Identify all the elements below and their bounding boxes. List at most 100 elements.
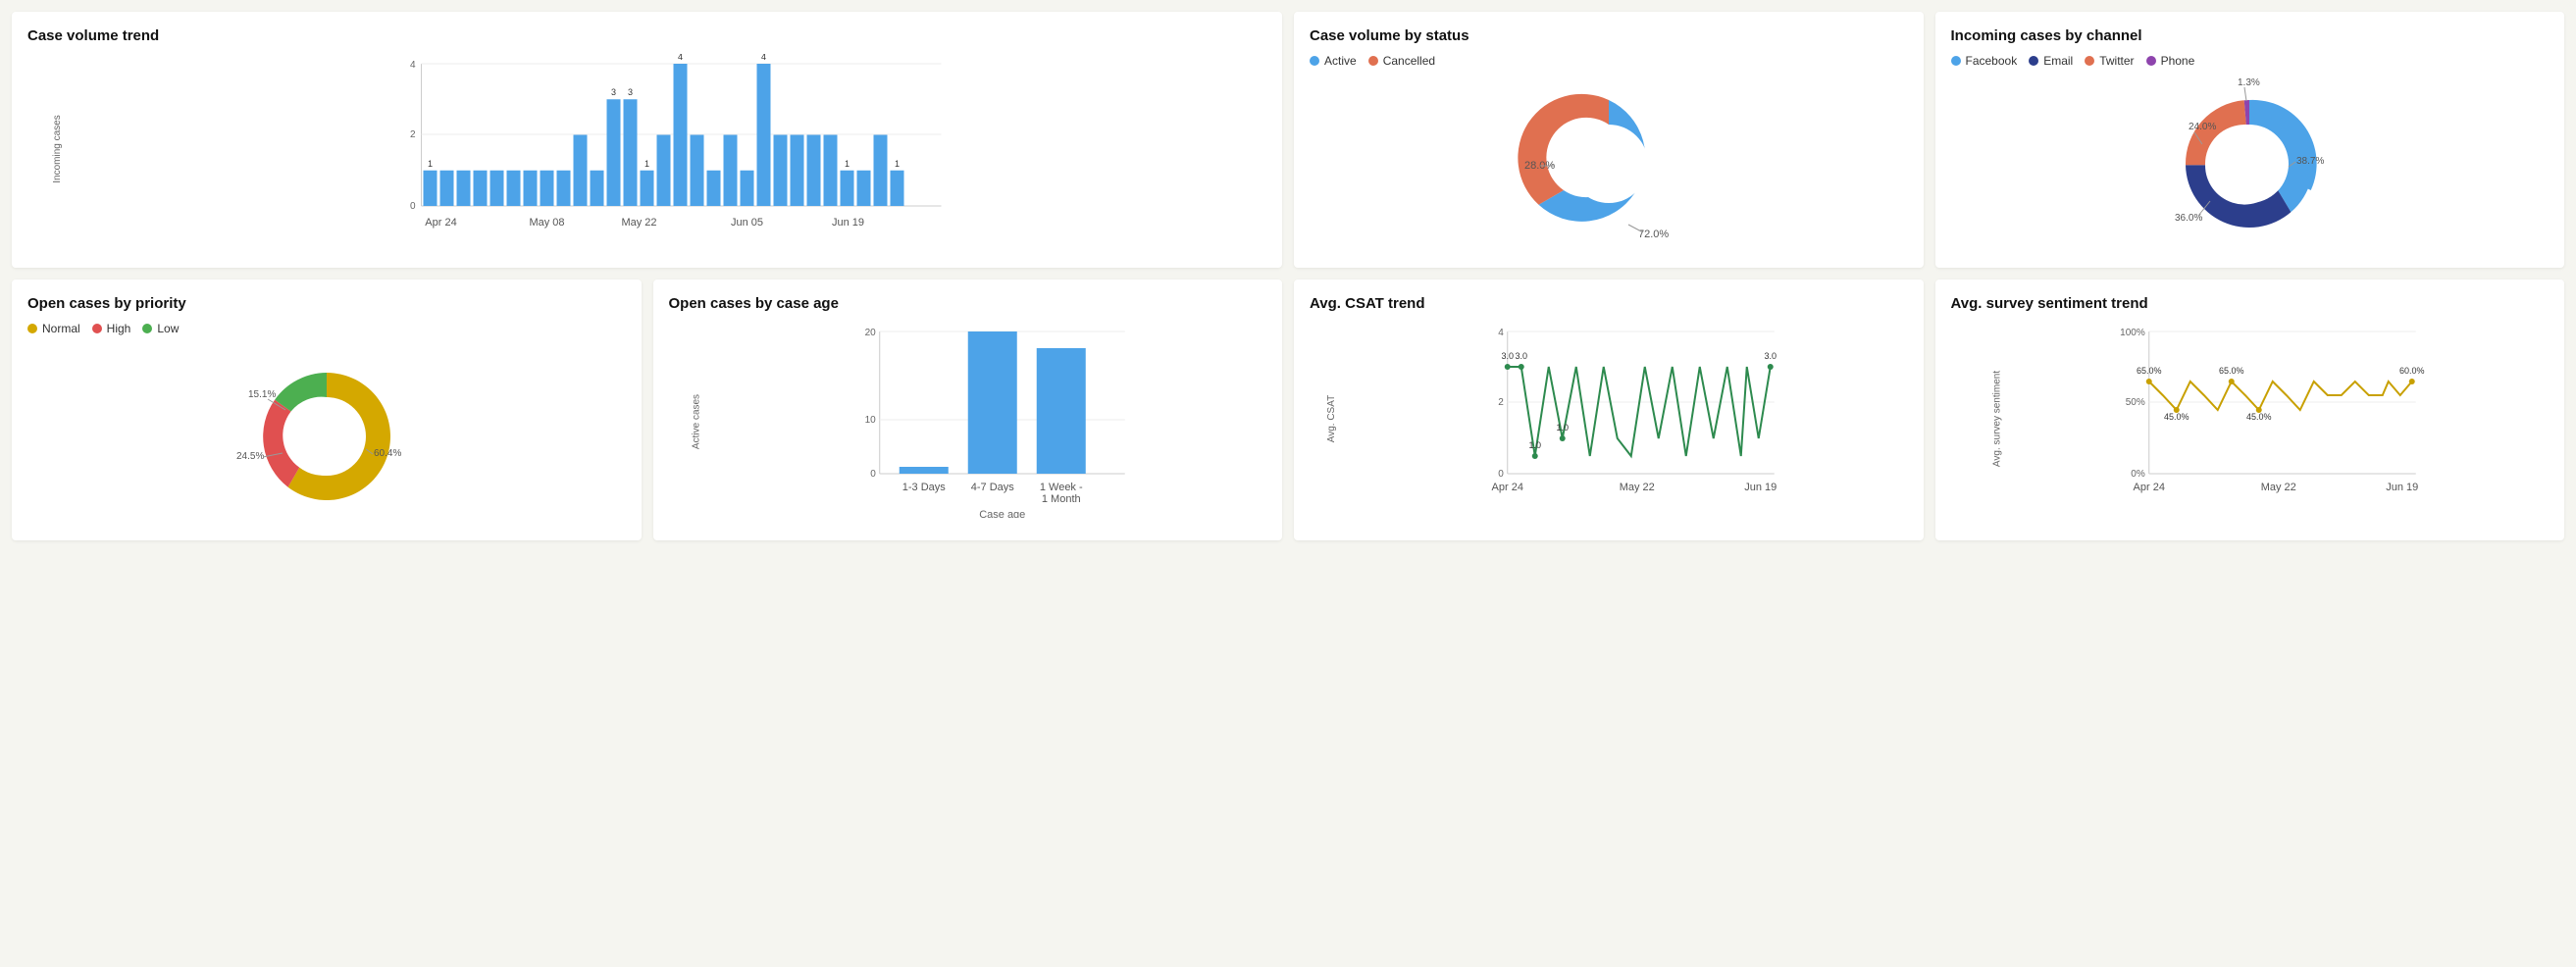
svg-text:Apr 24: Apr 24 (1492, 482, 1523, 493)
email-label: Email (2043, 54, 2073, 68)
svg-text:60.4%: 60.4% (374, 448, 401, 459)
facebook-label: Facebook (1966, 54, 2018, 68)
avg-csat-title: Avg. CSAT trend (1310, 295, 1908, 312)
legend-facebook: Facebook (1951, 54, 2018, 68)
phone-dot (2146, 56, 2156, 66)
case-age-chart: Active cases 0 10 20 1-3 (669, 322, 1267, 521)
case-volume-by-status-card: Case volume by status Active Cancelled (1294, 12, 1924, 268)
svg-text:4: 4 (678, 54, 683, 62)
svg-text:3.0: 3.0 (1515, 351, 1527, 361)
priority-legend: Normal High Low (27, 322, 626, 335)
svg-text:2: 2 (1498, 397, 1504, 408)
incoming-by-channel-card: Incoming cases by channel Facebook Email… (1935, 12, 2565, 268)
case-age-svg: 0 10 20 1-3 Days 4-7 Days 1 Week - 1 Mon… (708, 322, 1267, 518)
sentiment-svg: 0% 50% 100% 65.0% 45.0% 65.0% 45.0% 60.0… (1988, 322, 2550, 513)
case-volume-trend-card: Case volume trend Incoming cases 0 2 4 1 (12, 12, 1282, 268)
svg-text:1 Week -: 1 Week - (1039, 482, 1082, 493)
channel-donut-svg: 38.7% 36.0% 24.0% 1.3% (2151, 76, 2347, 252)
facebook-dot (1951, 56, 1961, 66)
svg-text:0: 0 (410, 201, 416, 212)
bar-chart-svg: 0 2 4 1 3 (67, 54, 1266, 240)
svg-text:1.0: 1.0 (1556, 423, 1569, 433)
svg-text:0: 0 (1498, 469, 1504, 480)
email-dot (2029, 56, 2038, 66)
low-label: Low (157, 322, 179, 335)
open-by-priority-title: Open cases by priority (27, 295, 626, 312)
svg-text:15.1%: 15.1% (248, 389, 276, 400)
svg-text:1.3%: 1.3% (2238, 77, 2260, 88)
svg-text:100%: 100% (2120, 328, 2145, 338)
svg-text:50%: 50% (2125, 397, 2144, 408)
svg-text:0: 0 (870, 469, 876, 480)
cancelled-label: Cancelled (1383, 54, 1435, 68)
csat-chart: Avg. CSAT 0 2 4 3.0 (1310, 322, 1908, 516)
case-age-y-label: Active cases (691, 393, 701, 448)
svg-text:Jun 05: Jun 05 (731, 217, 763, 229)
svg-text:45.0%: 45.0% (2245, 412, 2271, 422)
svg-text:3: 3 (611, 87, 616, 97)
svg-text:60.0%: 60.0% (2398, 366, 2424, 376)
legend-phone: Phone (2146, 54, 2195, 68)
svg-text:65.0%: 65.0% (2136, 366, 2161, 376)
svg-text:May 08: May 08 (529, 217, 564, 229)
sentiment-y-label: Avg. survey sentiment (1991, 371, 2002, 467)
status-legend: Active Cancelled (1310, 54, 1908, 68)
normal-label: Normal (42, 322, 80, 335)
svg-text:3: 3 (628, 87, 633, 97)
incoming-by-channel-title: Incoming cases by channel (1951, 27, 2550, 44)
y-axis-label: Incoming cases (52, 115, 63, 182)
svg-text:1.0: 1.0 (1528, 440, 1541, 450)
legend-twitter: Twitter (2085, 54, 2134, 68)
csat-y-label: Avg. CSAT (1326, 395, 1337, 443)
priority-donut-container: 60.4% 24.5% 15.1% (27, 343, 626, 525)
svg-text:Jun 19: Jun 19 (2386, 482, 2418, 493)
csat-svg: 0 2 4 3.0 3.0 1.0 1.0 3.0 (1347, 322, 1908, 513)
svg-text:0%: 0% (2131, 469, 2145, 480)
svg-text:45.0%: 45.0% (2163, 412, 2189, 422)
priority-donut-svg: 60.4% 24.5% 15.1% (229, 343, 425, 525)
low-dot (142, 324, 152, 333)
svg-text:1: 1 (428, 159, 433, 169)
active-label: Active (1324, 54, 1357, 68)
active-dot (1310, 56, 1319, 66)
svg-text:38.7%: 38.7% (2296, 156, 2324, 167)
twitter-label: Twitter (2099, 54, 2134, 68)
svg-text:3.0: 3.0 (1764, 351, 1777, 361)
legend-email: Email (2029, 54, 2073, 68)
svg-text:24.0%: 24.0% (2189, 122, 2216, 132)
open-by-priority-card: Open cases by priority Normal High Low (12, 280, 642, 540)
svg-text:1-3 Days: 1-3 Days (902, 482, 946, 493)
avg-survey-sentiment-title: Avg. survey sentiment trend (1951, 295, 2550, 312)
legend-normal: Normal (27, 322, 80, 335)
svg-text:May 22: May 22 (1620, 482, 1655, 493)
svg-text:65.0%: 65.0% (2218, 366, 2243, 376)
phone-label: Phone (2161, 54, 2195, 68)
svg-text:2: 2 (410, 129, 416, 140)
svg-text:Jun 19: Jun 19 (1744, 482, 1777, 493)
status-donut-container: 28.0% 72.0% (1310, 76, 1908, 252)
high-dot (92, 324, 102, 333)
svg-text:Jun 19: Jun 19 (832, 217, 864, 229)
cancelled-dot (1368, 56, 1378, 66)
high-label: High (107, 322, 131, 335)
svg-text:1 Month: 1 Month (1041, 493, 1080, 505)
svg-text:10: 10 (864, 415, 876, 426)
svg-text:1: 1 (895, 159, 900, 169)
sentiment-chart: Avg. survey sentiment 0% 50% 100% 65.0% (1951, 322, 2550, 516)
avg-csat-card: Avg. CSAT trend Avg. CSAT 0 2 4 (1294, 280, 1924, 540)
svg-text:Apr 24: Apr 24 (2133, 482, 2164, 493)
svg-text:May 22: May 22 (2260, 482, 2295, 493)
channel-legend: Facebook Email Twitter Phone (1951, 54, 2550, 68)
legend-high: High (92, 322, 131, 335)
svg-text:Apr 24: Apr 24 (425, 217, 456, 229)
case-volume-trend-title: Case volume trend (27, 27, 1266, 44)
svg-text:4: 4 (1498, 328, 1504, 338)
legend-low: Low (142, 322, 179, 335)
svg-text:1: 1 (644, 159, 649, 169)
open-by-case-age-title: Open cases by case age (669, 295, 1267, 312)
svg-text:4: 4 (410, 60, 416, 71)
svg-text:3.0: 3.0 (1501, 351, 1514, 361)
svg-text:4-7 Days: 4-7 Days (970, 482, 1014, 493)
open-by-case-age-card: Open cases by case age Active cases 0 10… (653, 280, 1283, 540)
case-volume-by-status-title: Case volume by status (1310, 27, 1908, 44)
